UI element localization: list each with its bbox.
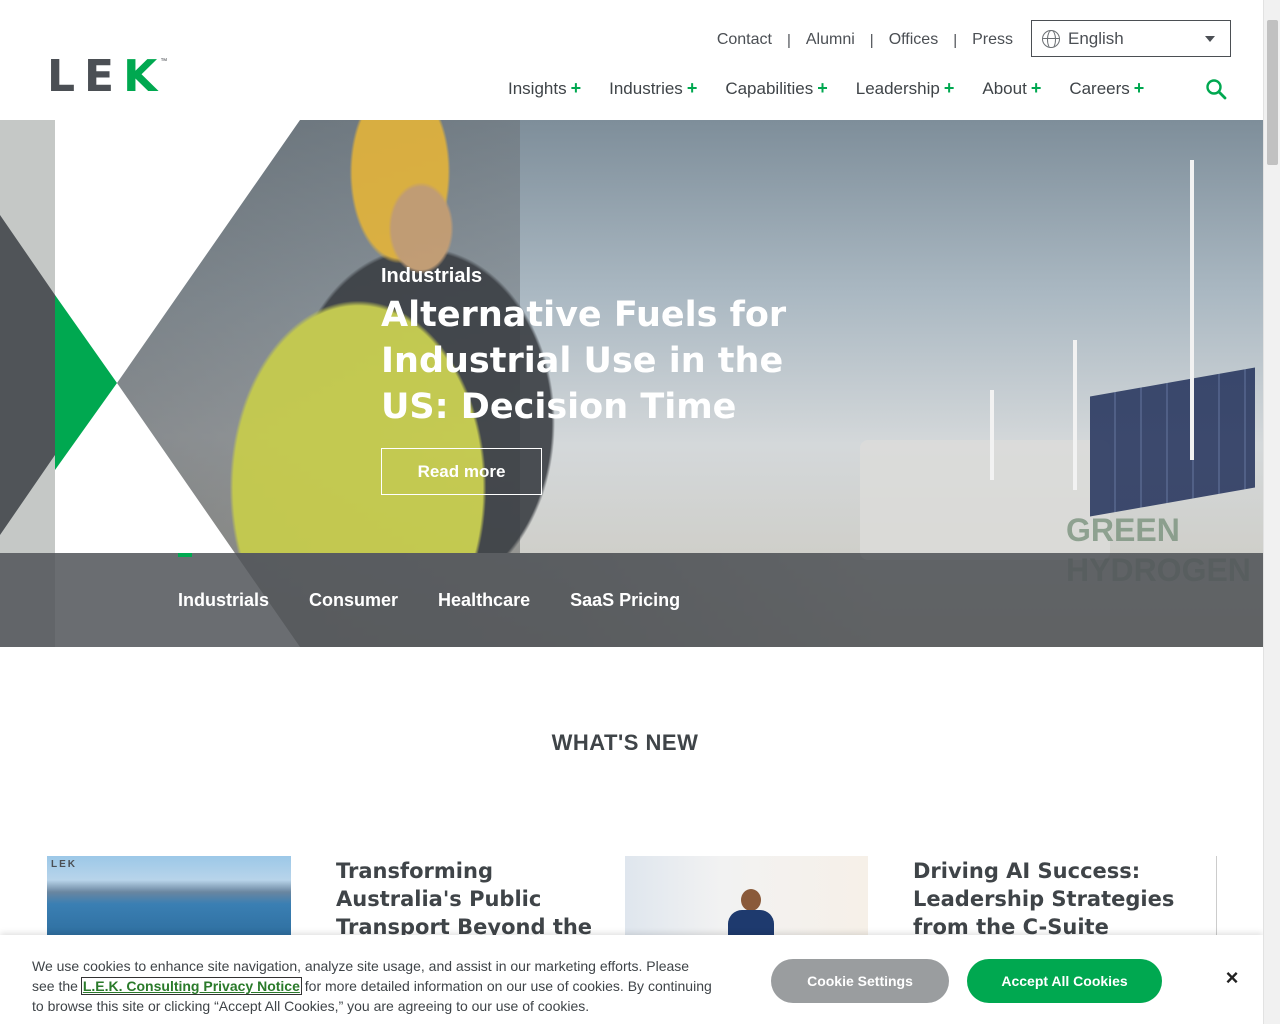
globe-icon bbox=[1042, 29, 1060, 48]
section-heading-whats-new: WHAT'S NEW bbox=[551, 730, 699, 755]
chevron-down-icon bbox=[1205, 36, 1215, 42]
cookie-message: We use cookies to enhance site navigatio… bbox=[32, 956, 712, 1016]
nav-label: About bbox=[982, 78, 1027, 98]
cookie-settings-button[interactable]: Cookie Settings bbox=[771, 959, 949, 1003]
nav-label: Industries bbox=[609, 78, 683, 98]
nav-label: Careers bbox=[1069, 78, 1130, 98]
privacy-notice-link[interactable]: L.E.K. Consulting Privacy Notice bbox=[80, 977, 302, 995]
utility-link-press[interactable]: Press bbox=[972, 31, 1013, 49]
nav-item-leadership[interactable]: Leadership + bbox=[856, 78, 955, 99]
tab-consumer[interactable]: Consumer bbox=[309, 590, 398, 611]
utility-nav: Contact | Alumni | Offices | Press bbox=[717, 31, 1013, 49]
card-image-sydney[interactable]: LEK bbox=[47, 856, 291, 936]
person-head bbox=[741, 889, 761, 911]
active-tab-indicator bbox=[178, 553, 192, 557]
utility-link-offices[interactable]: Offices bbox=[889, 31, 939, 49]
plus-icon: + bbox=[686, 78, 698, 98]
search-icon[interactable] bbox=[1205, 78, 1227, 100]
tab-saas-pricing[interactable]: SaaS Pricing bbox=[570, 590, 680, 611]
hero-title: Alternative Fuels for Industrial Use in … bbox=[381, 295, 787, 427]
read-more-button[interactable]: Read more bbox=[381, 448, 542, 495]
tab-industrials[interactable]: Industrials bbox=[178, 590, 269, 611]
plus-icon: + bbox=[1133, 78, 1145, 98]
plus-icon: + bbox=[943, 78, 955, 98]
separator: | bbox=[869, 31, 874, 49]
accept-all-cookies-button[interactable]: Accept All Cookies bbox=[967, 959, 1162, 1003]
page-scrollbar[interactable] bbox=[1263, 0, 1280, 1024]
plus-icon: + bbox=[570, 78, 582, 98]
close-icon[interactable]: × bbox=[1221, 967, 1243, 989]
nav-item-industries[interactable]: Industries + bbox=[609, 78, 697, 99]
nav-label: Insights bbox=[508, 78, 567, 98]
separator: | bbox=[953, 31, 958, 49]
hero-banner: GREEN HYDROGEN Industrials Alternative F… bbox=[0, 120, 1263, 647]
person-suit bbox=[728, 910, 774, 936]
nav-item-about[interactable]: About + bbox=[982, 78, 1041, 99]
plus-icon: + bbox=[817, 78, 828, 98]
cookie-banner: We use cookies to enhance site navigatio… bbox=[0, 935, 1263, 1024]
image-logo-label: LEK bbox=[51, 859, 77, 870]
lek-logo[interactable]: LEK ™ bbox=[47, 51, 168, 102]
language-select[interactable]: English bbox=[1031, 20, 1231, 57]
plus-icon: + bbox=[1030, 78, 1042, 98]
tab-healthcare[interactable]: Healthcare bbox=[438, 590, 530, 611]
wind-turbine bbox=[1073, 340, 1077, 490]
nav-label: Capabilities bbox=[725, 78, 814, 98]
nav-item-careers[interactable]: Careers + bbox=[1069, 78, 1144, 99]
card-title[interactable]: Driving AI Success: Leadership Strategie… bbox=[913, 857, 1203, 941]
site-header: LEK ™ Contact | Alumni | Offices | Press… bbox=[0, 0, 1263, 120]
separator: | bbox=[786, 31, 791, 49]
utility-link-contact[interactable]: Contact bbox=[717, 31, 772, 49]
logo-trademark: ™ bbox=[160, 58, 168, 65]
nav-label: Leadership bbox=[855, 78, 940, 98]
scrollbar-thumb[interactable] bbox=[1267, 20, 1278, 165]
nav-item-insights[interactable]: Insights + bbox=[508, 78, 581, 99]
hero-tabs: Industrials Consumer Healthcare SaaS Pri… bbox=[178, 590, 720, 611]
hero-category: Industrials bbox=[381, 265, 483, 287]
card-divider bbox=[1216, 856, 1217, 936]
language-value: English bbox=[1068, 28, 1124, 48]
logo-wordmark: LEK bbox=[47, 51, 167, 102]
wind-turbine bbox=[990, 390, 994, 480]
nav-item-capabilities[interactable]: Capabilities + bbox=[725, 78, 827, 99]
utility-link-alumni[interactable]: Alumni bbox=[806, 31, 855, 49]
card-image-executive[interactable] bbox=[625, 856, 868, 936]
wind-turbine bbox=[1190, 160, 1194, 460]
main-nav: Insights + Industries + Capabilities + Lead… bbox=[508, 78, 1172, 99]
